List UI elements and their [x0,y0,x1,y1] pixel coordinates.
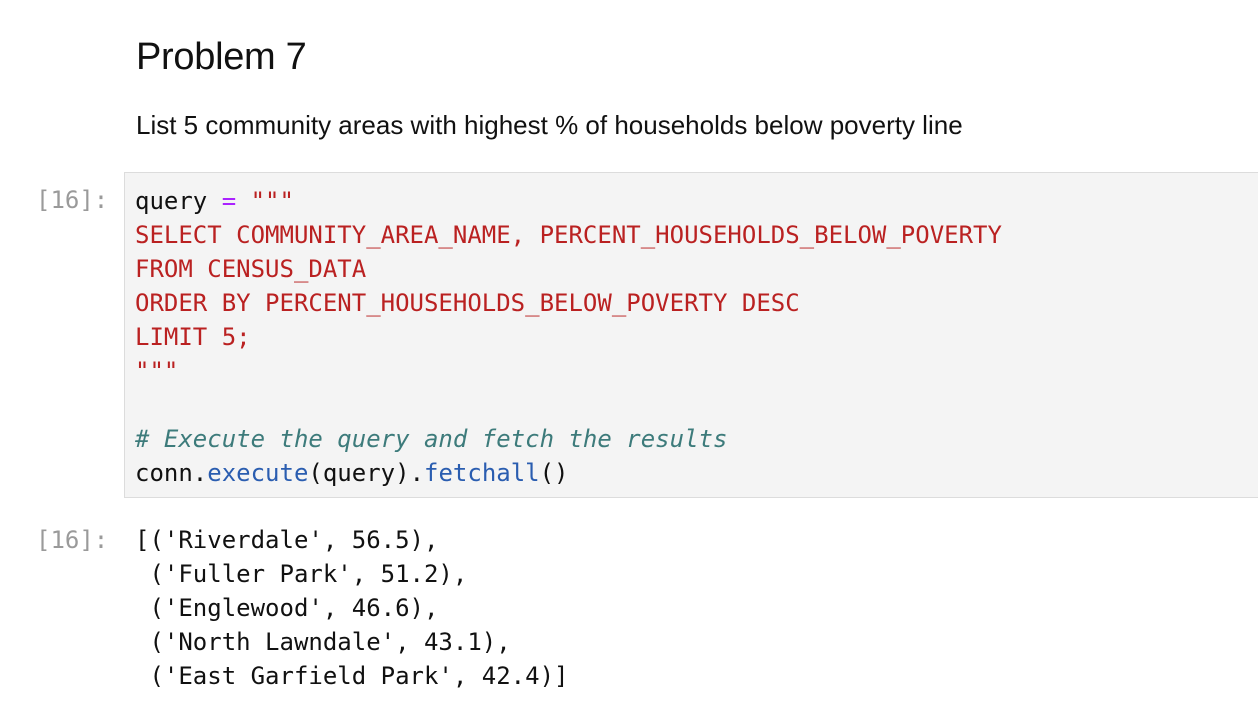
output-line: [('Riverdale', 56.5), [135,526,439,554]
markdown-text: List 5 community areas with highest % of… [136,110,963,140]
code-token-operator: = [221,187,237,215]
code-line: LIMIT 5; [135,323,251,351]
code-cell-editor[interactable]: query = """ SELECT COMMUNITY_AREA_NAME, P… [124,172,1258,498]
input-prompt: [16]: [36,186,109,214]
code-text[interactable]: query = """ SELECT COMMUNITY_AREA_NAME, P… [135,184,1002,490]
code-line: SELECT COMMUNITY_AREA_NAME, PERCENT_HOUS… [135,221,1002,249]
output-prompt: [16]: [36,526,109,554]
code-line: FROM CENSUS_DATA [135,255,367,283]
output-line: ('Fuller Park', 51.2), [135,560,468,588]
code-token-dot: . [192,459,208,487]
code-line: """ [135,357,179,385]
output-area: [('Riverdale', 56.5), ('Fuller Park', 51… [135,523,568,693]
code-line: query = """ [135,184,1002,218]
code-token-variable: query [135,187,208,215]
code-token-dot: . [409,459,425,487]
output-line: ('North Lawndale', 43.1), [135,628,511,656]
markdown-heading: Problem 7 [136,36,307,78]
code-token-object: conn [135,459,193,487]
code-line: conn.execute(query).fetchall() [135,456,1002,490]
code-line: ORDER BY PERCENT_HOUSEHOLDS_BELOW_POVERT… [135,289,800,317]
code-token-args: (query) [308,459,410,487]
code-comment: # Execute the query and fetch the result… [135,425,728,453]
code-token-function: fetchall [424,459,540,487]
code-token-function: execute [207,459,309,487]
code-token-string: """ [250,187,294,215]
output-line: ('Englewood', 46.6), [135,594,439,622]
output-line: ('East Garfield Park', 42.4)] [135,662,569,690]
code-token-parens: () [539,459,569,487]
